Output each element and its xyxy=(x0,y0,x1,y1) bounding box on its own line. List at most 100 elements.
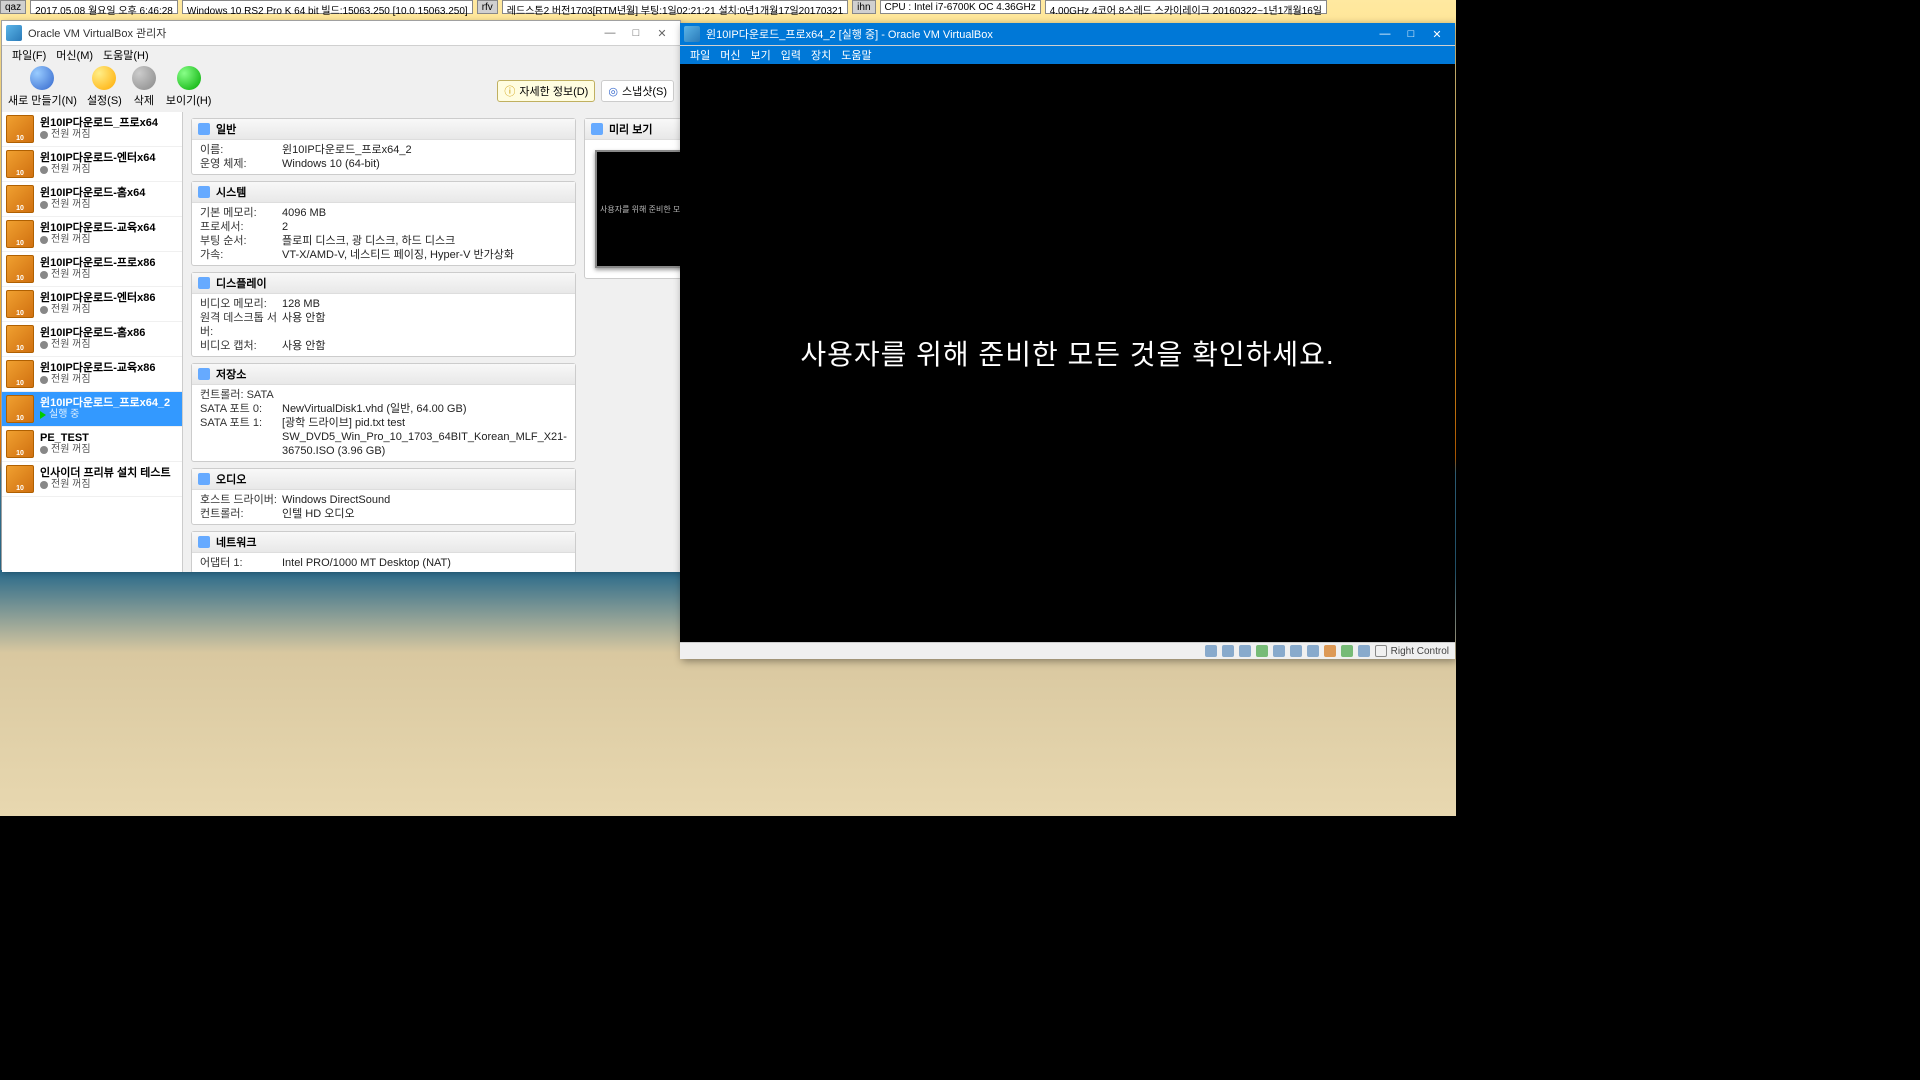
vm-list-item[interactable]: 10윈10IP다운로드-교육x64전원 꺼짐 xyxy=(2,217,182,252)
poweroff-icon xyxy=(40,166,48,174)
detail-value: 4096 MB xyxy=(282,206,567,220)
recording-icon[interactable] xyxy=(1324,645,1336,657)
detail-key: 원격 데스크톱 서버: xyxy=(200,311,282,339)
set-button[interactable]: 설정(S) xyxy=(87,66,122,108)
vm-list-item[interactable]: 10윈10IP다운로드-프로x86전원 꺼짐 xyxy=(2,252,182,287)
poweroff-icon xyxy=(40,341,48,349)
detail-value: 사용 안함 xyxy=(282,339,567,353)
detail-key: 호스트 드라이버: xyxy=(200,493,282,507)
vm-details-pane: 일반이름:윈10IP다운로드_프로x64_2운영 체제:Windows 10 (… xyxy=(183,112,680,572)
detail-key: SATA 포트 1: xyxy=(200,416,282,458)
new-button[interactable]: 새로 만들기(N) xyxy=(8,66,77,108)
menu-item[interactable]: 장치 xyxy=(807,46,835,64)
vm-status: 전원 꺼짐 xyxy=(40,479,171,491)
section-header[interactable]: 시스템 xyxy=(192,182,575,203)
poweroff-icon xyxy=(40,271,48,279)
preview-thumbnail[interactable]: 사용자를 위해 준비한 모든 것을 확인하세요. xyxy=(595,150,680,268)
detail-value: [광학 드라이브] pid.txt test SW_DVD5_Win_Pro_1… xyxy=(282,416,567,458)
del-button[interactable]: 삭제 xyxy=(132,66,156,108)
vm-guest-display[interactable]: 사용자를 위해 준비한 모든 것을 확인하세요. xyxy=(680,64,1455,642)
section-header[interactable]: 일반 xyxy=(192,119,575,140)
vm-name: 윈10IP다운로드-프로x86 xyxy=(40,257,155,269)
detail-value: 사용 안함 xyxy=(282,311,567,339)
menu-item[interactable]: 도움말(H) xyxy=(99,46,153,64)
start-button[interactable]: 보이기(H) xyxy=(166,66,212,108)
app-icon xyxy=(6,25,22,41)
vm-os-icon: 10 xyxy=(6,220,34,248)
usb-icon[interactable] xyxy=(1273,645,1285,657)
titlebar[interactable]: Oracle VM VirtualBox 관리자 — □ ✕ xyxy=(2,21,680,46)
close-button[interactable]: ✕ xyxy=(654,27,670,40)
vm-os-icon: 10 xyxy=(6,185,34,213)
detail-key: 비디오 메모리: xyxy=(200,297,282,311)
vm-name: PE_TEST xyxy=(40,432,91,444)
minimize-button[interactable]: — xyxy=(602,27,618,40)
vm-name: 윈10IP다운로드-엔터x86 xyxy=(40,292,155,304)
details-button[interactable]: ⓘ자세한 정보(D) xyxy=(497,80,595,102)
info-value: 2017.05.08 월요일 오후 6:46:28 xyxy=(30,0,178,14)
vm-os-icon: 10 xyxy=(6,115,34,143)
section-icon xyxy=(198,186,210,198)
section-header[interactable]: 디스플레이 xyxy=(192,273,575,294)
vm-list-item[interactable]: 10윈10IP다운로드-엔터x64전원 꺼짐 xyxy=(2,147,182,182)
titlebar[interactable]: 윈10IP다운로드_프로x64_2 [실행 중] - Oracle VM Vir… xyxy=(680,23,1455,46)
section-header[interactable]: 저장소 xyxy=(192,364,575,385)
section-icon xyxy=(198,473,210,485)
hdd-icon[interactable] xyxy=(1205,645,1217,657)
detail-key: 운영 체제: xyxy=(200,157,282,171)
menu-item[interactable]: 보기 xyxy=(747,46,775,64)
detail-value: 플로피 디스크, 광 디스크, 하드 디스크 xyxy=(282,234,567,248)
network-icon[interactable] xyxy=(1256,645,1268,657)
vm-list-item[interactable]: 10PE_TEST전원 꺼짐 xyxy=(2,427,182,462)
menu-item[interactable]: 입력 xyxy=(777,46,805,64)
vm-os-icon: 10 xyxy=(6,255,34,283)
vm-list-item[interactable]: 10윈10IP다운로드-교육x86전원 꺼짐 xyxy=(2,357,182,392)
detail-value: Windows 10 (64-bit) xyxy=(282,157,567,171)
display-icon[interactable] xyxy=(1307,645,1319,657)
detail-value: 2 xyxy=(282,220,567,234)
info-label: qaz xyxy=(0,0,26,14)
vm-os-icon: 10 xyxy=(6,465,34,493)
menu-item[interactable]: 도움말 xyxy=(837,46,875,64)
new-icon xyxy=(30,66,54,90)
detail-value: NewVirtualDisk1.vhd (일반, 64.00 GB) xyxy=(282,402,567,416)
vm-list-item[interactable]: 10윈10IP다운로드-엔터x86전원 꺼짐 xyxy=(2,287,182,322)
vm-name: 윈10IP다운로드_프로x64 xyxy=(40,117,158,129)
vm-status: 전원 꺼짐 xyxy=(40,164,155,176)
host-key-indicator[interactable]: Right Control xyxy=(1375,645,1449,657)
vm-list-item[interactable]: 10윈10IP다운로드-홈x64전원 꺼짐 xyxy=(2,182,182,217)
section-icon xyxy=(198,277,210,289)
maximize-button[interactable]: □ xyxy=(1403,28,1419,41)
cpu-icon[interactable] xyxy=(1341,645,1353,657)
audio-icon[interactable] xyxy=(1239,645,1251,657)
key-icon xyxy=(1375,645,1387,657)
vm-list-item[interactable]: 10인사이더 프리뷰 설치 테스트전원 꺼짐 xyxy=(2,462,182,497)
menu-item[interactable]: 파일(F) xyxy=(8,46,50,64)
snapshots-button[interactable]: ◎스냅샷(S) xyxy=(601,80,674,102)
mouse-icon[interactable] xyxy=(1358,645,1370,657)
minimize-button[interactable]: — xyxy=(1377,28,1393,41)
shared-folder-icon[interactable] xyxy=(1290,645,1302,657)
vm-list-item[interactable]: 10윈10IP다운로드_프로x64전원 꺼짐 xyxy=(2,112,182,147)
menu-item[interactable]: 머신(M) xyxy=(52,46,97,64)
maximize-button[interactable]: □ xyxy=(628,27,644,40)
del-icon xyxy=(132,66,156,90)
info-icon: ⓘ xyxy=(504,83,515,99)
optical-icon[interactable] xyxy=(1222,645,1234,657)
info-value: 레드스톤2 버전1703[RTM년월] 부팅:1일02:21:21 설치:0년1… xyxy=(502,0,848,14)
menu-item[interactable]: 머신 xyxy=(716,46,744,64)
section-header[interactable]: 네트워크 xyxy=(192,532,575,553)
vm-running-window: 윈10IP다운로드_프로x64_2 [실행 중] - Oracle VM Vir… xyxy=(680,23,1455,659)
info-value: Windows 10 RS2 Pro K 64 bit 빌드:15063.250… xyxy=(182,0,473,14)
vm-status: 전원 꺼짐 xyxy=(40,374,155,386)
poweroff-icon xyxy=(40,201,48,209)
vm-list-item[interactable]: 10윈10IP다운로드-홈x86전원 꺼짐 xyxy=(2,322,182,357)
close-button[interactable]: ✕ xyxy=(1429,28,1445,41)
section-header[interactable]: 오디오 xyxy=(192,469,575,490)
vm-list-item[interactable]: 10윈10IP다운로드_프로x64_2실행 중 xyxy=(2,392,182,427)
menu-item[interactable]: 파일 xyxy=(686,46,714,64)
vm-status: 전원 꺼짐 xyxy=(40,444,91,456)
vm-os-icon: 10 xyxy=(6,360,34,388)
app-icon xyxy=(684,26,700,42)
vm-list[interactable]: 10윈10IP다운로드_프로x64전원 꺼짐10윈10IP다운로드-엔터x64전… xyxy=(2,112,183,572)
